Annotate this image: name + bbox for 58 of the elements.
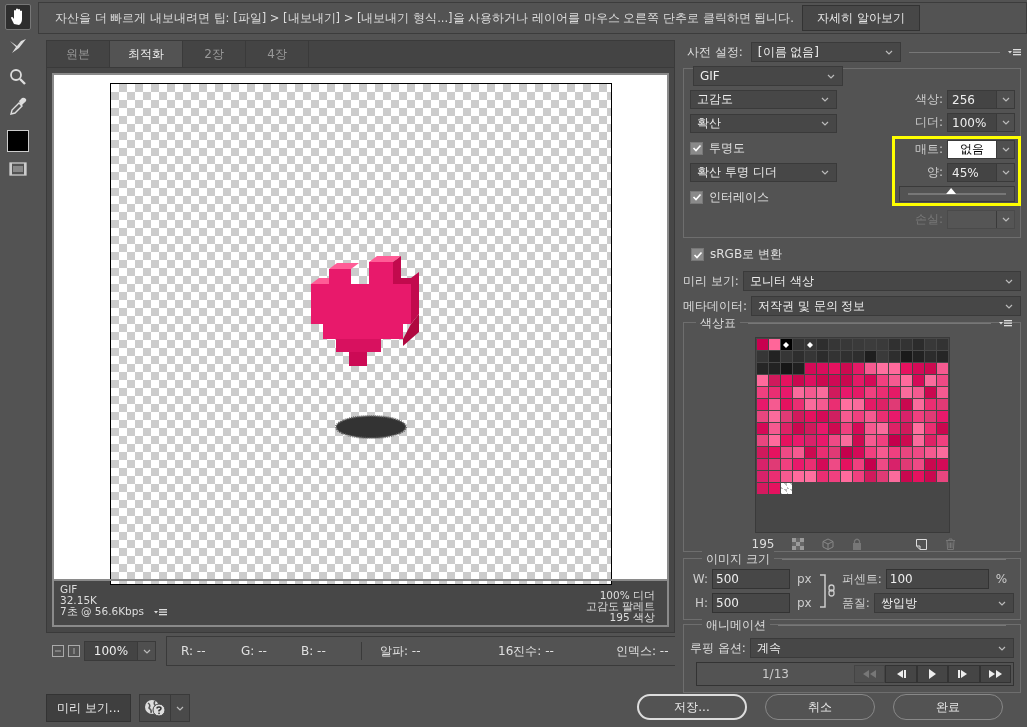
unit-label: px [797,596,812,610]
zoom-level-combo[interactable]: 100% [84,641,156,661]
frame-counter: 1/13 [760,667,790,681]
checkbox-label: 투명도 [709,139,745,157]
looping-dropdown[interactable]: 계속 [749,638,1014,658]
section-title: 애니메이션 [702,616,770,634]
file-info-text: GIF [60,584,79,595]
settings-info-text: 고감도 팔레트 [585,601,655,612]
field-label: 디더: [914,114,943,131]
dialog-button[interactable]: 완료 [893,694,1003,720]
color-count: 195 [751,537,775,551]
preset-dropdown[interactable]: [이름 없음] [750,42,901,62]
learn-more-button[interactable]: 자세히 알아보기 [801,5,920,31]
readout-text: R: -- [181,644,207,658]
view-tab[interactable]: 최적화 [110,41,183,67]
field-label: 메타데이터: [683,297,748,315]
field-label: 품질: [841,594,870,612]
dialog-button[interactable]: 저장... [637,694,747,720]
field-label: 양: [926,164,943,181]
unit-label: px [797,572,812,586]
quality-dropdown[interactable]: 쌍입방 [873,593,1014,613]
preset-label: 사전 설정: [687,43,743,61]
checkbox-label: 인터레이스 [709,188,769,206]
checkbox-label: sRGB로 변환 [710,246,782,263]
settings-info-text: 100% 디더 [599,590,655,601]
option-dropdown[interactable]: 확산 [690,114,837,133]
dither-combo[interactable]: 100% [947,113,1015,132]
amount-combo[interactable]: 45% [947,163,1015,182]
field-label: W: [691,572,708,586]
file-info-text: 32.15K [60,595,98,606]
field-label: 미리 보기: [683,272,739,290]
readout-text: 16진수: -- [498,642,555,660]
percent-field[interactable]: 100 [885,569,989,589]
format-dropdown[interactable]: GIF [693,66,843,86]
field-label: H: [693,596,708,610]
option-dropdown[interactable]: 확산 투명 디더 [690,163,837,182]
tip-text: 자산을 더 빠르게 내보내려면 팁: [파일] > [내보내기] > [내보내기 형식...]을 사용하거나 레이어를 마우스 오른쪽 단추로 클릭하면 됩니다. [55,10,794,26]
readout-text: G: -- [241,644,268,658]
preview-in-browser-button[interactable]: 미리 보기... [46,694,132,722]
dialog-button[interactable]: 취소 [765,694,875,720]
unit-label: % [995,572,1008,586]
field-label: 퍼센트: [841,570,882,588]
field-label: 색상: [914,91,943,108]
number-field[interactable]: 500 [712,569,790,589]
colors-combo[interactable]: 256 [947,90,1015,109]
file-info-text: 7초 @ 56.6Kbps [60,606,144,617]
matte-combo[interactable]: 없음 [947,140,1015,159]
readout-text: 인덱스: -- [616,642,669,660]
section-title: 이미지 크기 [702,550,774,568]
number-field[interactable]: 500 [712,593,790,613]
settings-info-text: 195 색상 [609,612,655,623]
readout-text: 알파: -- [380,642,422,660]
option-dropdown[interactable]: 고감도 [690,90,837,109]
field-label: 루핑 옵션: [690,639,746,657]
preview-dropdown[interactable]: 모니터 색상 [742,271,1021,291]
field-label: 매트: [914,141,943,158]
readout-text: B: -- [301,644,327,658]
metadata-dropdown[interactable]: 저작권 및 문의 정보 [751,296,1021,316]
